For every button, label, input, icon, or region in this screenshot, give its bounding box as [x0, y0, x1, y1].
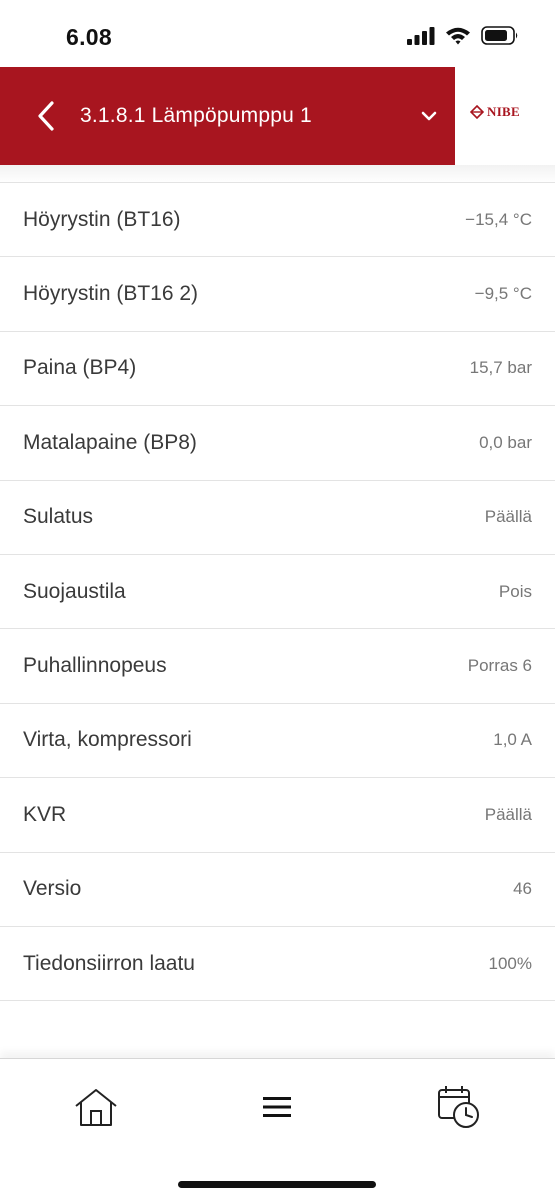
item-label: Matalapaine (BP8) [23, 430, 197, 454]
app-header: 3.1.8.1 Lämpöpumppu 1 NIBE [0, 67, 555, 165]
item-label: Sulatus [23, 505, 94, 529]
item-value: Päällä [484, 507, 532, 527]
list-item: Virta, kompressori 1,0 A [0, 704, 555, 779]
logo-text: NIBE [487, 104, 520, 119]
item-label: KVR [23, 802, 67, 826]
parameter-list: Höyrystin (BT16) −15,4 °C Höyrystin (BT1… [0, 182, 555, 1002]
item-label: Tiedonsiirron laatu [23, 951, 195, 975]
item-label: Suojaustila [23, 579, 126, 603]
header-bar: 3.1.8.1 Lämpöpumppu 1 [0, 67, 455, 165]
item-value: 1,0 A [493, 730, 532, 750]
list-item: Suojaustila Pois [0, 555, 555, 630]
list-item: Versio 46 [0, 853, 555, 927]
item-value: 46 [513, 879, 532, 899]
nibe-logo-mark-icon [470, 105, 484, 119]
item-value: Päällä [484, 804, 532, 824]
chevron-left-icon [38, 101, 54, 131]
calendar-clock-icon [438, 1086, 479, 1128]
list-item: Puhallinnopeus Porras 6 [0, 629, 555, 704]
list-item: Höyrystin (BT16) −15,4 °C [0, 183, 555, 258]
battery-icon [481, 26, 518, 45]
chevron-down-icon [421, 111, 437, 121]
item-value: −15,4 °C [465, 209, 532, 229]
status-bar: 6.08 [0, 0, 555, 66]
page-title: 3.1.8.1 Lämpöpumppu 1 [80, 104, 312, 127]
item-value: 0,0 bar [479, 432, 532, 452]
list-item: Paina (BP4) 15,7 bar [0, 332, 555, 407]
item-label: Höyrystin (BT16 2) [23, 282, 199, 306]
bottom-nav [0, 1058, 555, 1200]
list-item: Matalapaine (BP8) 0,0 bar [0, 406, 555, 481]
nav-menu-button[interactable] [253, 1085, 301, 1129]
list-item: Tiedonsiirron laatu 100% [0, 927, 555, 1002]
list-item: KVR Päällä [0, 778, 555, 853]
nav-schedule-button[interactable] [434, 1085, 482, 1129]
list-item: Höyrystin (BT16 2) −9,5 °C [0, 257, 555, 332]
nibe-logo: NIBE [470, 104, 520, 120]
home-indicator[interactable] [178, 1181, 376, 1188]
item-value: 15,7 bar [469, 358, 532, 378]
header-shadow [0, 165, 555, 183]
title-dropdown-button[interactable] [417, 107, 441, 125]
item-label: Virta, kompressori [23, 728, 192, 752]
status-icons [407, 26, 519, 45]
home-icon [75, 1089, 117, 1126]
item-value: Pois [498, 581, 532, 601]
item-value: 100% [488, 953, 532, 973]
list-item: Sulatus Päällä [0, 481, 555, 555]
item-value: −9,5 °C [474, 284, 532, 304]
item-label: Puhallinnopeus [23, 654, 167, 678]
item-label: Versio [23, 877, 82, 901]
status-time: 6.08 [66, 24, 112, 50]
wifi-icon [446, 27, 470, 45]
item-value: Porras 6 [467, 656, 532, 676]
item-label: Paina (BP4) [23, 356, 137, 380]
nav-home-button[interactable] [72, 1085, 120, 1129]
cellular-signal-icon [407, 26, 435, 45]
item-label: Höyrystin (BT16) [23, 207, 181, 231]
menu-icon [263, 1097, 291, 1117]
back-button[interactable] [32, 100, 62, 132]
